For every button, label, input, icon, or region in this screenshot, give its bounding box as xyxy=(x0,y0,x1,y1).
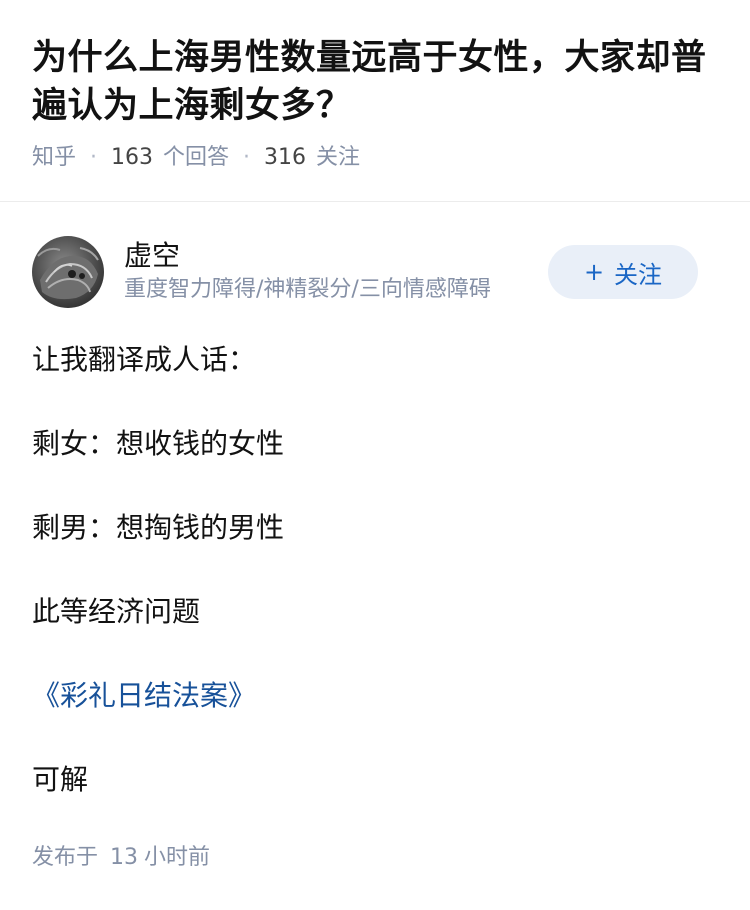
author-row: 虚空 重度智力障得/神精裂分/三向情感障碍 + 关注 xyxy=(32,235,698,309)
question-header: 为什么上海男性数量远高于女性，大家却普遍认为上海剩女多？ 知乎 · 163 个回… xyxy=(0,0,750,174)
answer-paragraph: 剩男：想掏钱的男性 xyxy=(32,511,285,544)
answer-paragraph: 此等经济问题 xyxy=(32,595,201,628)
avatar-image xyxy=(32,236,104,308)
publish-amount: 13 xyxy=(110,845,139,870)
author-info: 虚空 重度智力障得/神精裂分/三向情感障碍 xyxy=(124,238,548,306)
question-title[interactable]: 为什么上海男性数量远高于女性，大家却普遍认为上海剩女多？ xyxy=(32,34,718,130)
answers-count: 163 xyxy=(111,145,154,170)
follow-label: 关注 xyxy=(614,260,663,289)
separator-dot: · xyxy=(243,145,251,170)
source-label[interactable]: 知乎 xyxy=(32,142,76,174)
author-bio: 重度智力障得/神精裂分/三向情感障碍 xyxy=(124,277,491,302)
answers-label[interactable]: 个回答 xyxy=(163,142,229,174)
avatar[interactable] xyxy=(32,236,104,308)
question-meta: 知乎 · 163 个回答 · 316 关注 xyxy=(32,142,718,174)
author-name[interactable]: 虚空 xyxy=(124,238,548,274)
followers-count: 316 xyxy=(264,145,307,170)
publish-prefix: 发布于 xyxy=(32,845,99,870)
answer-paragraph: 剩女：想收钱的女性 xyxy=(32,427,285,460)
answer-link[interactable]: 《彩礼日结法案》 xyxy=(32,674,718,718)
divider xyxy=(0,201,750,202)
publish-time: 发布于 13 小时前 xyxy=(32,842,210,874)
answer-paragraph: 可解 xyxy=(32,763,89,796)
follow-button[interactable]: + 关注 xyxy=(548,245,698,299)
plus-icon: + xyxy=(583,258,605,286)
answer-content: 让我翻译成人话： 剩女：想收钱的女性 剩男：想掏钱的男性 此等经济问题 《彩礼日… xyxy=(32,338,718,842)
answer-paragraph: 让我翻译成人话： xyxy=(32,343,257,376)
publish-unit: 小时前 xyxy=(144,845,211,870)
followers-label[interactable]: 关注 xyxy=(316,142,360,174)
separator-dot: · xyxy=(90,145,98,170)
